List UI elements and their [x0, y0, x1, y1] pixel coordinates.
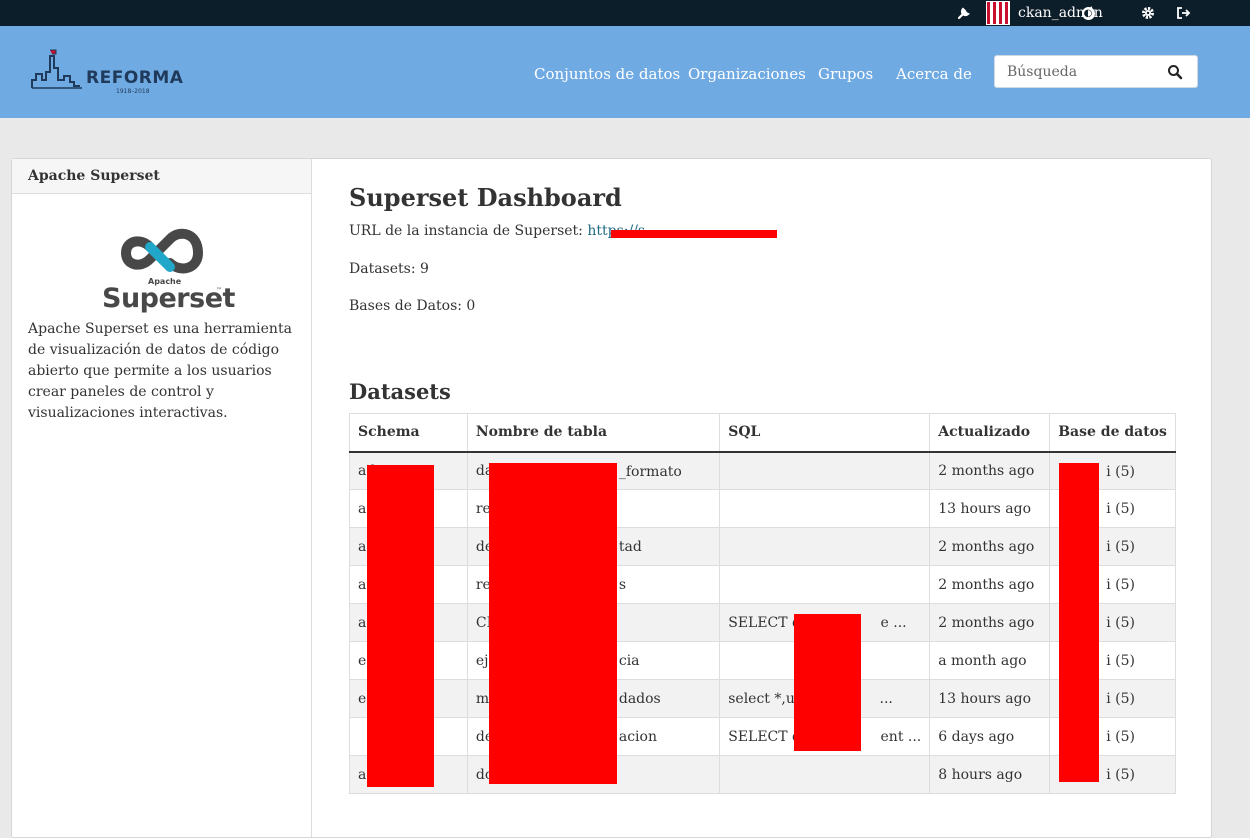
table-row[interactable]: edejciaa month agoi (5) [349, 641, 1176, 680]
cell-updated-text: 13 hours ago [938, 500, 1032, 517]
search-input[interactable] [995, 56, 1167, 87]
cell-updated: 2 months ago [929, 603, 1051, 642]
table-row[interactable]: adre13 hours agoi (5) [349, 489, 1176, 528]
sidebar-description: Apache Superset es una herramienta de vi… [28, 321, 292, 421]
logo-text: REFORMA [86, 68, 184, 88]
site-logo[interactable]: REFORMA 1918–2018 [30, 46, 184, 98]
redaction-block-sql [794, 614, 861, 751]
cell-updated: a month ago [929, 641, 1051, 680]
redaction-block-schema [367, 465, 434, 787]
cell-table-name-text: cia [618, 653, 640, 669]
cell-sql [719, 451, 931, 490]
cell-database-text: i (5) [1106, 653, 1135, 669]
redaction-bar [611, 230, 777, 238]
cell-database-text: i (5) [1106, 767, 1135, 783]
content-panel: Apache Superset Apache Superset ™ Apache… [11, 158, 1212, 838]
superset-url-line: URL de la instancia de Superset: https:/… [349, 223, 645, 239]
cell-updated: 2 months ago [929, 451, 1051, 490]
nav-organizaciones[interactable]: Organizaciones [688, 65, 806, 83]
page-title: Superset Dashboard [349, 183, 622, 212]
table-row[interactable]: adres2 months agoi (5) [349, 565, 1176, 604]
superset-url-label: URL de la instancia de Superset: [349, 223, 583, 239]
cell-updated-text: 2 months ago [938, 462, 1035, 479]
cell-database-text: i (5) [1106, 539, 1135, 555]
cell-database-text: i (5) [1106, 691, 1135, 707]
cell-database-text: i (5) [1106, 615, 1135, 631]
avatar[interactable] [986, 1, 1010, 25]
datasets-table: Schema Nombre de tabla SQL Actualizado B… [349, 413, 1176, 794]
table-header-row: Schema Nombre de tabla SQL Actualizado B… [349, 413, 1176, 453]
cell-updated: 13 hours ago [929, 679, 1051, 718]
nav-conjuntos-de-datos[interactable]: Conjuntos de datos [534, 65, 680, 83]
nav-grupos[interactable]: Grupos [818, 65, 873, 83]
logo-subtitle: 1918–2018 [116, 88, 150, 95]
cell-updated: 8 hours ago [929, 755, 1051, 794]
cell-sql [719, 565, 931, 604]
column-header-sql[interactable]: SQL [719, 413, 931, 453]
cell-table-name-text: dados [618, 691, 661, 707]
cell-sql [719, 527, 931, 566]
cell-updated-text: 2 months ago [938, 538, 1035, 555]
wrench-icon[interactable] [955, 0, 973, 26]
nav-acerca-de[interactable]: Acerca de [896, 65, 972, 83]
datasets-heading: Datasets [349, 379, 451, 404]
account-bar: ckan_admin ◐ [0, 0, 1250, 26]
cell-updated: 13 hours ago [929, 489, 1051, 528]
column-header-table-name[interactable]: Nombre de tabla [466, 413, 721, 453]
datasets-count: Datasets: 9 [349, 261, 429, 277]
table-row[interactable]: adCISELECT de e ...2 months agoi (5) [349, 603, 1176, 642]
dashboard-icon[interactable]: ◐ [1080, 0, 1096, 26]
sign-out-icon[interactable] [1174, 0, 1192, 26]
cell-table-name-text: tad [618, 539, 642, 555]
column-header-updated[interactable]: Actualizado [929, 413, 1051, 453]
cell-updated-text: 2 months ago [938, 614, 1035, 631]
redaction-block-database [1059, 463, 1099, 782]
table-row[interactable]: deacionSELECT de ent ...6 days agoi (5) [349, 717, 1176, 756]
cell-database-text: i (5) [1106, 463, 1135, 480]
sidebar: Apache Superset Apache Superset ™ Apache… [12, 159, 312, 837]
table-row[interactable]: a bdo8 hours agoi (5) [349, 755, 1176, 794]
cell-table-name-text: _formato [618, 463, 682, 480]
cell-database-text: i (5) [1106, 577, 1135, 593]
cell-database-text: i (5) [1106, 729, 1135, 745]
cell-table-name-text: ej [475, 652, 489, 669]
cell-table-name-text: s [618, 577, 627, 593]
cell-sql [719, 489, 931, 528]
gear-icon[interactable] [1140, 0, 1156, 26]
cell-updated-text: a month ago [938, 652, 1027, 669]
cell-updated-text: 2 months ago [938, 576, 1035, 593]
superset-logo-text: Superset [102, 283, 235, 314]
superset-logo: Apache Superset ™ [100, 225, 235, 315]
sidebar-title: Apache Superset [12, 159, 311, 194]
cell-updated-text: 13 hours ago [938, 690, 1032, 707]
cell-sql [719, 755, 931, 794]
databases-count: Bases de Datos: 0 [349, 298, 476, 314]
table-row[interactable]: edmdadosselect *,un ...13 hours agoi (5) [349, 679, 1176, 718]
cell-database-text: i (5) [1106, 501, 1135, 517]
cell-updated: 6 days ago [929, 717, 1051, 756]
cell-updated-text: 6 days ago [938, 728, 1015, 745]
table-row[interactable]: adda_formato2 months agoi (5) [349, 451, 1176, 490]
search-box [994, 55, 1198, 88]
cell-table-name-text: m [475, 690, 490, 707]
redaction-block-table-name [489, 463, 617, 784]
cell-table-name-text: acion [618, 729, 657, 745]
search-icon[interactable] [1167, 64, 1183, 80]
superset-logo-tm: ™ [216, 287, 222, 294]
column-header-schema[interactable]: Schema [349, 413, 468, 453]
table-row[interactable]: addetad2 months agoi (5) [349, 527, 1176, 566]
cell-updated: 2 months ago [929, 527, 1051, 566]
cell-updated: 2 months ago [929, 565, 1051, 604]
cell-updated-text: 8 hours ago [938, 766, 1023, 783]
masthead: REFORMA 1918–2018 Conjuntos de datos Org… [0, 26, 1250, 118]
column-header-database[interactable]: Base de datos [1049, 413, 1176, 453]
